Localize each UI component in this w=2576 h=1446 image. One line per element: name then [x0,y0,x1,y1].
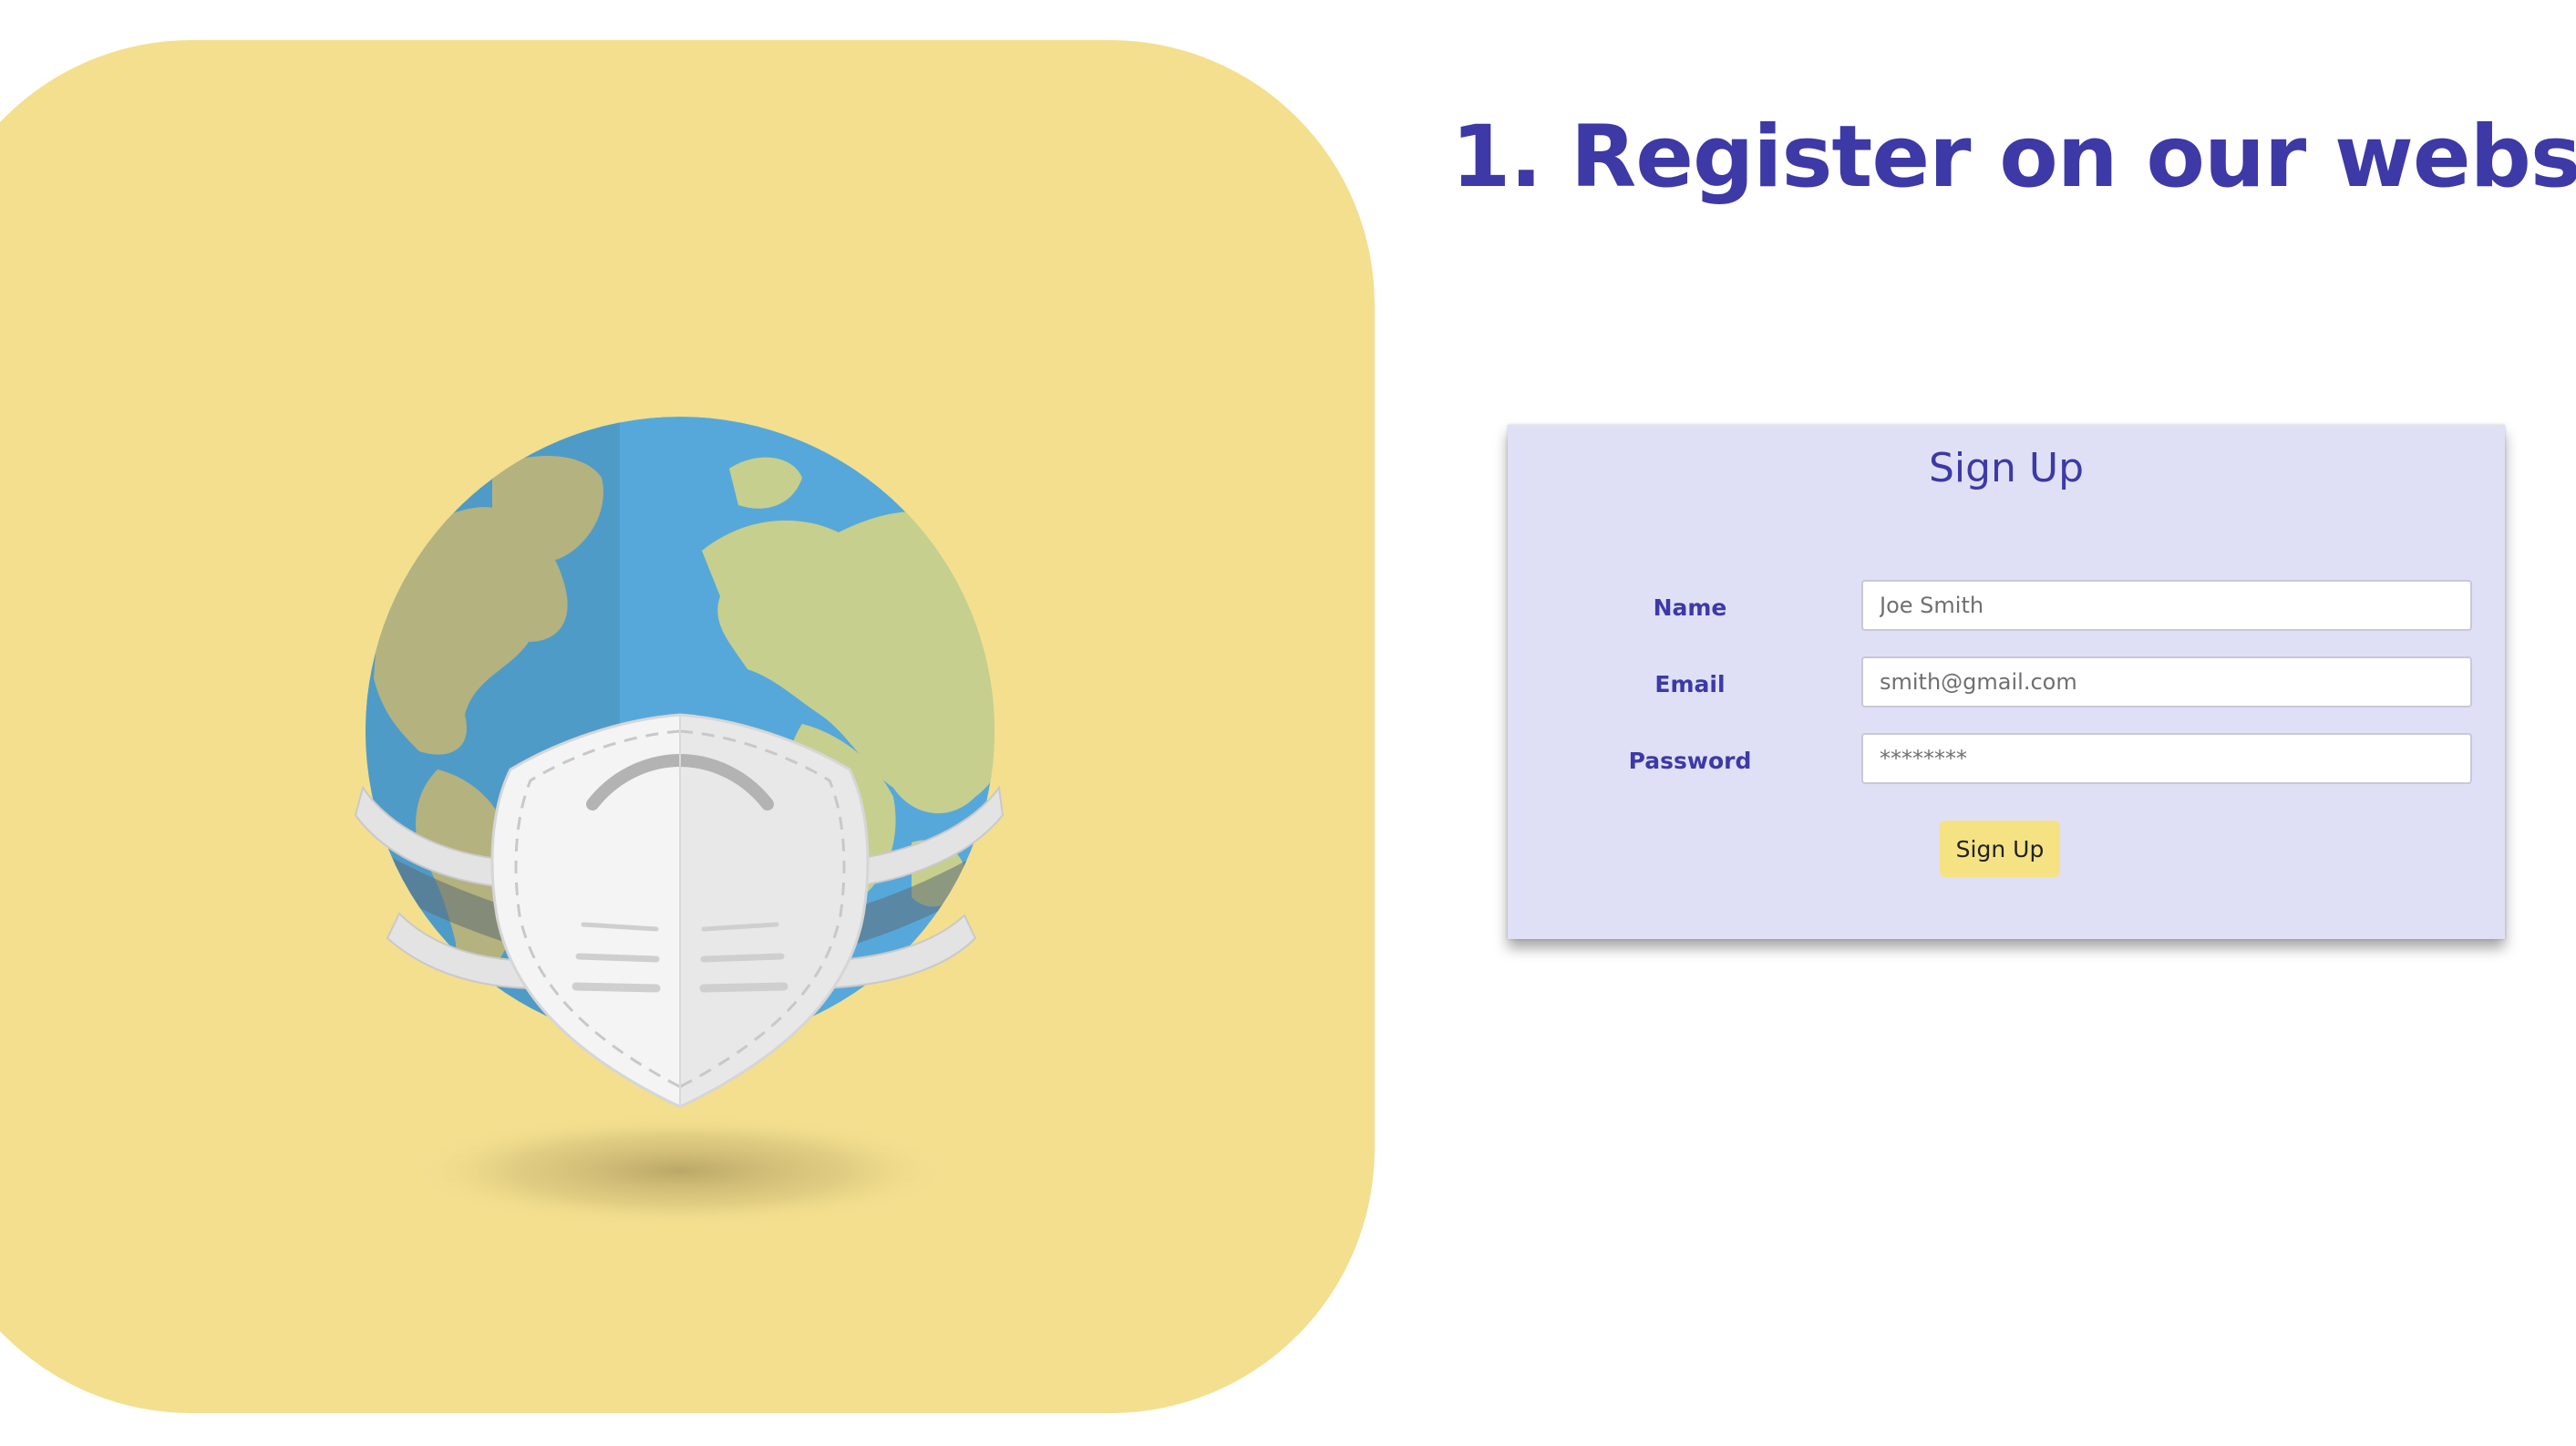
page-headline: 1. Register on our website [1451,108,2576,207]
name-label: Name [1653,594,1727,621]
password-label: Password [1628,748,1752,774]
name-input[interactable] [1861,580,2472,631]
email-label: Email [1654,671,1726,697]
signup-card: Sign Up Name Email Password Sign Up [1508,425,2505,939]
globe-mask-illustration [354,417,1005,1227]
page: 1. Register on our website Sign Up Name … [0,0,2576,1446]
signup-button[interactable]: Sign Up [1940,821,2060,877]
face-mask-icon [490,713,870,1109]
password-input[interactable] [1861,733,2472,784]
signup-title: Sign Up [1928,445,2085,491]
email-input[interactable] [1861,656,2472,708]
illustration-card [0,40,1375,1413]
globe-shadow [407,1114,953,1227]
